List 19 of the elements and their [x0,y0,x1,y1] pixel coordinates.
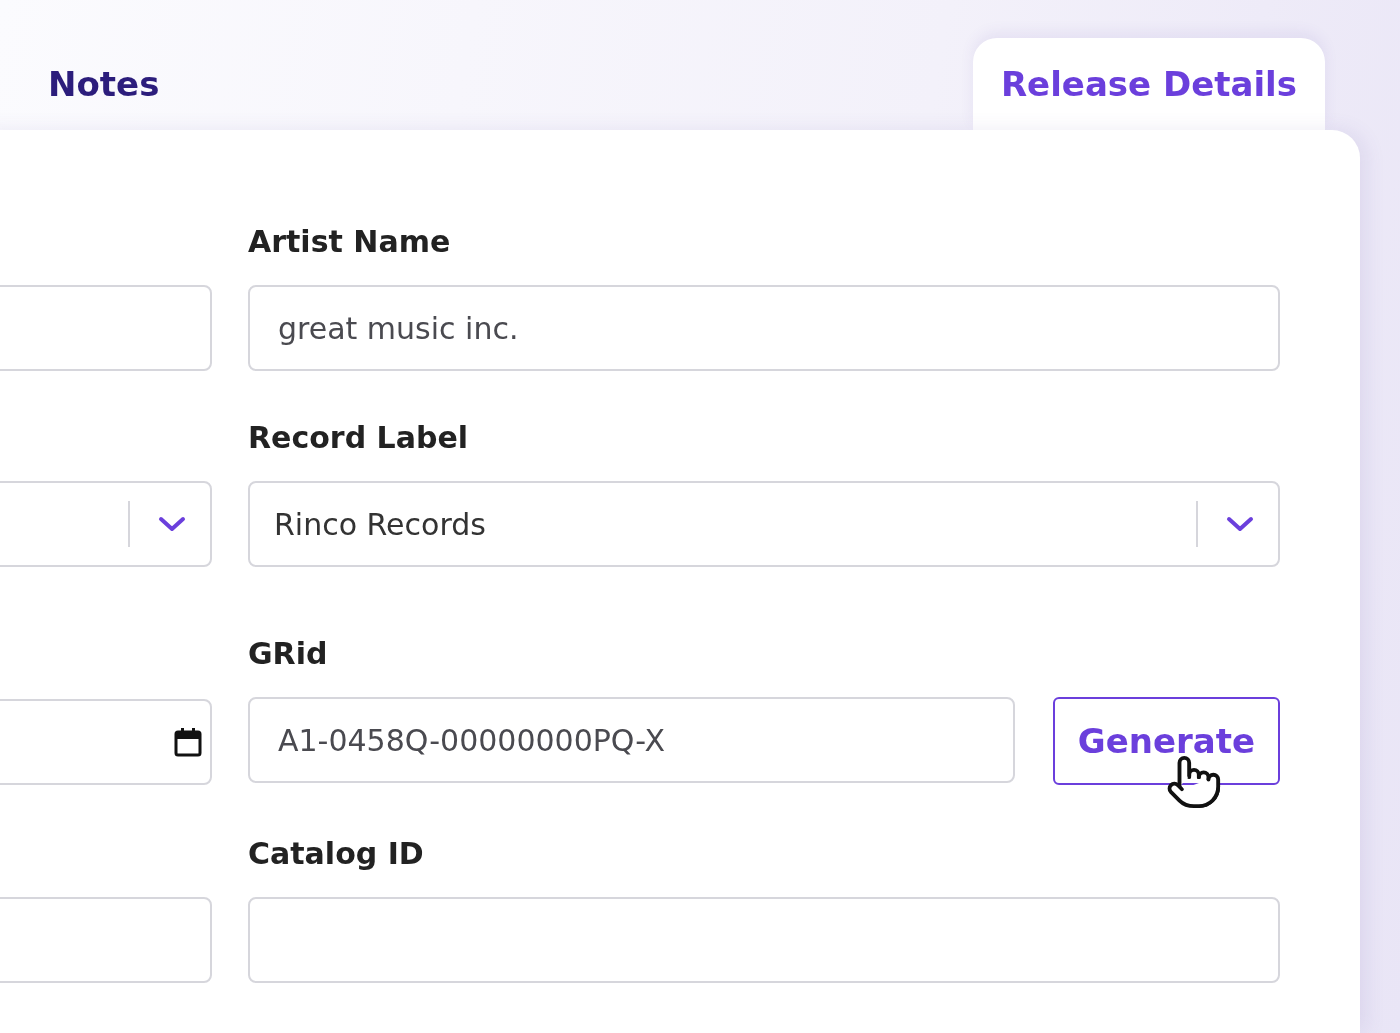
text-field[interactable] [0,285,212,371]
field-label: GRid [248,635,329,673]
calendar-icon[interactable] [174,727,202,757]
pointer-hand-icon [1165,753,1223,811]
text-field[interactable]: A1-0458Q-00000000PQ-X [248,697,1015,783]
chevron-down-icon [158,516,186,532]
field-label: Catalog ID [248,835,425,873]
tab[interactable]: Notes [48,38,188,130]
chevron-down-icon [1226,516,1254,532]
text-field[interactable]: great music inc. [248,285,1280,371]
text-field[interactable] [248,897,1280,983]
tab[interactable]: Release Details [972,38,1325,130]
select-field[interactable] [0,481,212,567]
date-field[interactable] [0,699,212,785]
select-field[interactable]: Rinco Records [248,481,1280,567]
field-label: Record Label [248,419,470,457]
text-field[interactable] [0,897,212,983]
generate-button[interactable]: Generate [1053,697,1280,785]
field-label: Artist Name [248,223,452,261]
